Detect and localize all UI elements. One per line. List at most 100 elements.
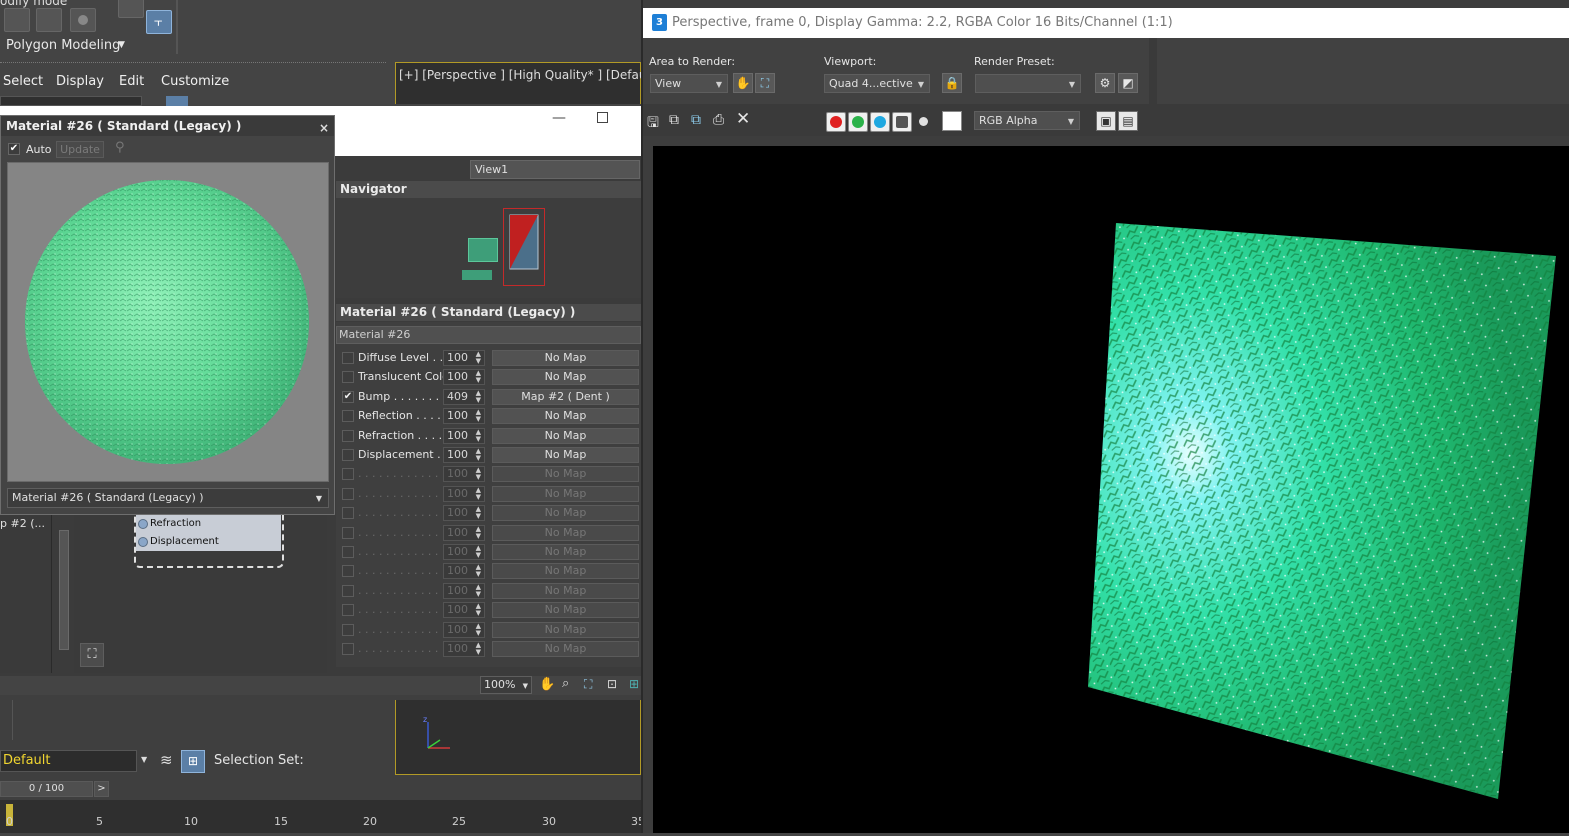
material-select-dropdown[interactable]: Material #26 ( Standard (Legacy) ) ▼ — [7, 488, 329, 508]
spinner-arrows-icon[interactable]: ▲ ▼ — [476, 642, 481, 656]
zoom-region-icon[interactable]: ⛶ — [584, 677, 592, 692]
binoculars-icon[interactable]: ⛶ — [80, 643, 104, 667]
zoom-icon[interactable]: ⌕ — [562, 676, 569, 691]
graphite-tool-button-1[interactable] — [4, 8, 30, 32]
map-slot-button[interactable]: No Map — [492, 447, 639, 463]
map-amount-spinner[interactable]: 100 ▲ ▼ — [443, 525, 485, 541]
map-amount-spinner[interactable]: 100 ▲ ▼ — [443, 369, 485, 385]
minimize-icon[interactable]: — — [552, 110, 566, 126]
ribbon-button-a[interactable] — [118, 0, 144, 18]
spinner-arrows-icon[interactable]: ▲ ▼ — [476, 467, 481, 481]
layers-icon[interactable]: ≋ — [160, 751, 173, 769]
red-channel-toggle[interactable] — [826, 112, 846, 132]
map-slot-button[interactable]: No Map — [492, 622, 639, 638]
lock-icon[interactable]: 🔒 — [942, 73, 962, 93]
render-preset-dropdown[interactable]: ▼ — [975, 74, 1081, 93]
map-amount-spinner[interactable]: 100 ▲ ▼ — [443, 505, 485, 521]
monochrome-icon[interactable] — [919, 117, 928, 126]
graphite-tool-button-3[interactable] — [70, 8, 96, 32]
edit-region-icon[interactable]: ✋ — [733, 73, 753, 93]
map-amount-spinner[interactable]: 100 ▲ ▼ — [443, 641, 485, 657]
graphite-tool-button-2[interactable] — [36, 8, 62, 32]
ribbon-button-b[interactable]: ⫟ — [146, 10, 172, 34]
swatch-button[interactable] — [942, 111, 962, 131]
map-enable-checkbox[interactable] — [342, 410, 354, 422]
map-enable-checkbox[interactable] — [342, 643, 354, 655]
map-amount-spinner[interactable]: 100 ▲ ▼ — [443, 350, 485, 366]
menu-customize[interactable]: Customize — [161, 74, 229, 89]
material-name-field[interactable]: Material #26 — [336, 326, 641, 344]
map-enable-checkbox[interactable] — [342, 488, 354, 500]
map-amount-spinner[interactable]: 100 ▲ ▼ — [443, 544, 485, 560]
spinner-arrows-icon[interactable]: ▲ ▼ — [476, 564, 481, 578]
save-image-icon[interactable]: 🖫 — [647, 112, 659, 136]
map-enable-checkbox[interactable] — [342, 565, 354, 577]
blue-channel-toggle[interactable] — [870, 112, 890, 132]
socket-icon[interactable] — [138, 519, 148, 529]
render-setup-icon[interactable]: ⚙ — [1095, 73, 1115, 93]
spinner-arrows-icon[interactable]: ▲ ▼ — [476, 545, 481, 559]
viewport-dropdown[interactable]: Quad 4...ective ▼ — [824, 74, 930, 93]
spinner-arrows-icon[interactable]: ▲ ▼ — [476, 623, 481, 637]
vertical-scrollbar[interactable] — [59, 530, 69, 650]
channel-display-dropdown[interactable]: RGB Alpha ▼ — [974, 111, 1080, 130]
close-icon[interactable]: × — [319, 118, 329, 138]
green-channel-toggle[interactable] — [848, 112, 868, 132]
spinner-arrows-icon[interactable]: ▲ ▼ — [476, 429, 481, 443]
map-enable-checkbox[interactable] — [342, 527, 354, 539]
maximize-icon[interactable] — [597, 112, 608, 123]
map-enable-checkbox[interactable] — [342, 546, 354, 558]
rendered-image[interactable] — [653, 146, 1569, 833]
update-button[interactable]: Update — [56, 141, 104, 158]
spinner-arrows-icon[interactable]: ▲ ▼ — [476, 409, 481, 423]
map-enable-checkbox[interactable] — [342, 371, 354, 383]
spinner-arrows-icon[interactable]: ▲ ▼ — [476, 526, 481, 540]
pin-icon[interactable]: ⚲ — [115, 140, 125, 155]
map-slot-button[interactable]: No Map — [492, 350, 639, 366]
map-slot-button[interactable]: No Map — [492, 563, 639, 579]
map-enable-checkbox[interactable] — [342, 430, 354, 442]
menu-display[interactable]: Display — [56, 74, 104, 89]
map-slot-button[interactable]: No Map — [492, 408, 639, 424]
selection-lock-icon[interactable]: ⊞ — [181, 750, 205, 773]
map-slot-button[interactable]: Map #2 ( Dent ) — [492, 389, 639, 405]
map-enable-checkbox[interactable] — [342, 624, 354, 636]
navigator-panel[interactable] — [336, 198, 641, 298]
spinner-arrows-icon[interactable]: ▲ ▼ — [476, 487, 481, 501]
spinner-arrows-icon[interactable]: ▲ ▼ — [476, 370, 481, 384]
map-amount-spinner[interactable]: 100 ▲ ▼ — [443, 602, 485, 618]
map-amount-spinner[interactable]: 100 ▲ ▼ — [443, 622, 485, 638]
copy-image-icon[interactable]: ⧉ — [669, 112, 679, 128]
map-amount-spinner[interactable]: 100 ▲ ▼ — [443, 447, 485, 463]
map-amount-spinner[interactable]: 100 ▲ ▼ — [443, 583, 485, 599]
print-icon[interactable]: ⎙ — [713, 112, 724, 128]
environment-icon[interactable]: ◩ — [1118, 73, 1138, 93]
spinner-arrows-icon[interactable]: ▲ ▼ — [476, 390, 481, 404]
pan-hand-icon[interactable]: ✋ — [539, 677, 555, 692]
clone-frame-icon[interactable]: ⧉ — [691, 112, 701, 128]
list-item[interactable]: p #2 (... — [0, 517, 45, 530]
spinner-arrows-icon[interactable]: ▲ ▼ — [476, 448, 481, 462]
map-enable-checkbox[interactable] — [342, 449, 354, 461]
spinner-arrows-icon[interactable]: ▲ ▼ — [476, 603, 481, 617]
toggle-ui-icon[interactable]: ▤ — [1118, 111, 1138, 131]
map-enable-checkbox[interactable]: ✔ — [342, 391, 354, 403]
map-enable-checkbox[interactable] — [342, 604, 354, 616]
map-amount-spinner[interactable]: 100 ▲ ▼ — [443, 486, 485, 502]
menu-edit[interactable]: Edit — [119, 74, 144, 89]
map-slot-button[interactable]: No Map — [492, 466, 639, 482]
map-amount-spinner[interactable]: 100 ▲ ▼ — [443, 408, 485, 424]
map-slot-button[interactable]: No Map — [492, 641, 639, 657]
viewport-lower[interactable]: z — [395, 700, 641, 775]
node-slot-displacement[interactable]: Displacement — [136, 533, 281, 551]
tab-view1[interactable]: View1 — [470, 160, 640, 179]
socket-icon[interactable] — [138, 537, 148, 547]
map-slot-button[interactable]: No Map — [492, 369, 639, 385]
clear-icon[interactable]: ✕ — [736, 109, 750, 129]
area-to-render-dropdown[interactable]: View ▼ — [650, 74, 728, 93]
menu-select[interactable]: Select — [3, 74, 43, 89]
map-slot-button[interactable]: No Map — [492, 602, 639, 618]
map-enable-checkbox[interactable] — [342, 468, 354, 480]
filter-button[interactable] — [166, 96, 188, 106]
chevron-down-icon[interactable]: ▼ — [141, 755, 147, 764]
